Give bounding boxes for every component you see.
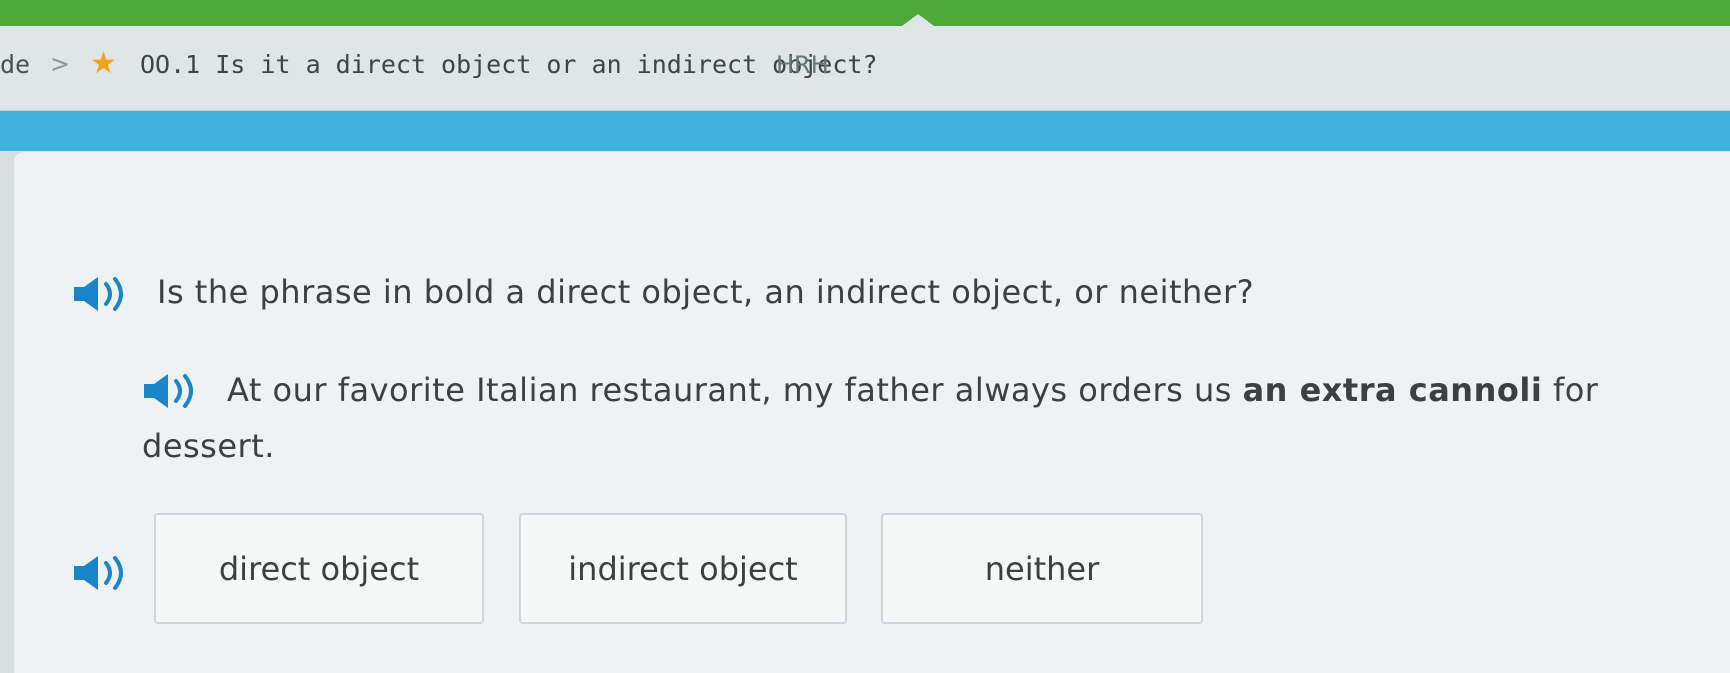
top-green-bar	[0, 0, 1730, 26]
breadcrumb: de > ★ OO.1 Is it a direct object or an …	[0, 26, 1730, 111]
choice-neither[interactable]: neither	[881, 513, 1203, 624]
choices-speaker-button[interactable]	[70, 551, 130, 595]
sentence-bold-phrase: an extra cannoli	[1242, 371, 1543, 409]
skill-title: OO.1 Is it a direct object or an indirec…	[140, 50, 878, 79]
sentence-text-before: At our favorite Italian restaurant, my f…	[227, 371, 1243, 409]
choice-indirect-object[interactable]: indirect object	[519, 513, 847, 624]
choice-direct-object[interactable]: direct object	[154, 513, 484, 624]
speaker-icon	[74, 556, 123, 590]
top-bar-notch	[902, 14, 934, 26]
star-icon[interactable]: ★	[90, 46, 117, 81]
question-sentence: At our favorite Italian restaurant, my f…	[142, 362, 1702, 474]
question-prompt: Is the phrase in bold a direct object, a…	[157, 273, 1255, 311]
speaker-icon	[74, 277, 123, 311]
prompt-speaker-button[interactable]	[70, 272, 130, 316]
breadcrumb-previous-link[interactable]: de	[0, 50, 30, 79]
skill-code: HRH	[776, 51, 829, 79]
progress-blue-bar	[0, 111, 1730, 151]
chevron-right-icon: >	[50, 50, 71, 78]
